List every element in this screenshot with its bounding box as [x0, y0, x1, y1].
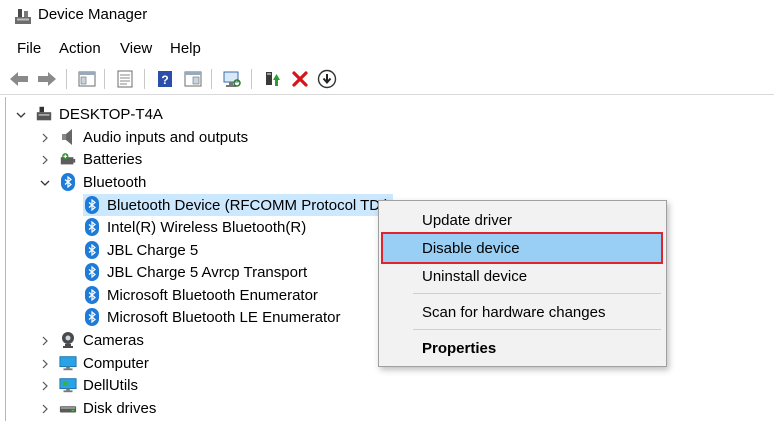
menu-item-update-driver[interactable]: Update driver: [383, 206, 661, 234]
menu-view[interactable]: View: [118, 40, 154, 57]
menu-item-properties[interactable]: Properties: [383, 334, 661, 362]
device-manager-icon: [15, 9, 31, 24]
battery-icon: [59, 150, 77, 168]
bluetooth-icon: [83, 286, 101, 304]
tree-item-label: JBL Charge 5 Avrcp Transport: [107, 263, 308, 281]
menu-item-label: Properties: [422, 339, 497, 357]
tree-root[interactable]: DESKTOP-T4A: [35, 103, 163, 125]
scan-icon[interactable]: [221, 68, 243, 90]
bluetooth-icon: [83, 263, 101, 281]
menu-item-uninstall-device[interactable]: Uninstall device: [383, 262, 661, 290]
toolbar-separator: [211, 69, 212, 89]
chevron-right-icon[interactable]: [39, 154, 51, 166]
menu-item-label: Disable device: [422, 239, 520, 257]
title-bar: Device Manager: [0, 0, 774, 34]
tree-item-batteries[interactable]: Batteries: [59, 148, 142, 170]
uninstall-icon[interactable]: [289, 68, 311, 90]
tree-item-label: Disk drives: [83, 399, 157, 417]
tree-item-bt-ms-enum[interactable]: Microsoft Bluetooth Enumerator: [83, 284, 318, 306]
help-icon[interactable]: ?: [154, 68, 176, 90]
tree-item-label: Bluetooth Device (RFCOMM Protocol TDI): [107, 196, 390, 214]
menu-separator: [413, 293, 661, 294]
speaker-icon: [59, 128, 77, 146]
tree-item-label: Microsoft Bluetooth Enumerator: [107, 286, 318, 304]
monitor-icon: [59, 354, 77, 372]
menu-item-label: Uninstall device: [422, 267, 528, 285]
tree-item-computer[interactable]: Computer: [59, 352, 149, 374]
toolbar-separator: [104, 69, 105, 89]
toolbar: ?: [0, 64, 774, 95]
chevron-right-icon[interactable]: [39, 403, 51, 415]
svg-text:?: ?: [161, 73, 168, 87]
menu-item-scan-hardware[interactable]: Scan for hardware changes: [383, 298, 661, 326]
chevron-right-icon[interactable]: [39, 380, 51, 392]
chevron-down-icon[interactable]: [39, 177, 51, 189]
monitor-icon: [59, 376, 77, 394]
properties-icon[interactable]: [114, 68, 136, 90]
toolbar-separator: [144, 69, 145, 89]
tree-item-bluetooth[interactable]: Bluetooth: [59, 171, 146, 193]
context-menu: Update driver Disable device Uninstall d…: [378, 200, 667, 367]
tree-item-bt-jbl[interactable]: JBL Charge 5: [83, 239, 198, 261]
tree-item-label: Cameras: [83, 331, 144, 349]
bluetooth-icon: [83, 218, 101, 236]
computer-icon: [35, 105, 53, 123]
tree-item-label: Intel(R) Wireless Bluetooth(R): [107, 218, 307, 236]
console-tree-icon[interactable]: [76, 68, 98, 90]
tree-item-disk-drives[interactable]: Disk drives: [59, 397, 156, 419]
menu-item-label: Update driver: [422, 211, 513, 229]
chevron-right-icon[interactable]: [39, 358, 51, 370]
webcam-icon: [59, 331, 77, 349]
menu-help[interactable]: Help: [168, 40, 203, 57]
tree-item-label: Microsoft Bluetooth LE Enumerator: [107, 308, 341, 326]
forward-icon[interactable]: [36, 68, 58, 90]
bluetooth-icon: [83, 308, 101, 326]
view-icon[interactable]: [182, 68, 204, 90]
bluetooth-icon: [83, 241, 101, 259]
toolbar-separator: [251, 69, 252, 89]
menu-separator: [413, 329, 661, 330]
bluetooth-icon: [59, 173, 77, 191]
tree-item-label: JBL Charge 5: [107, 241, 199, 259]
chevron-down-icon[interactable]: [15, 109, 27, 121]
update-driver-icon[interactable]: [261, 68, 283, 90]
tree-root-label: DESKTOP-T4A: [59, 105, 163, 123]
menu-bar: File Action View Help: [0, 38, 774, 62]
tree-item-bt-jbl-avrcp[interactable]: JBL Charge 5 Avrcp Transport: [83, 261, 307, 283]
back-icon[interactable]: [8, 68, 30, 90]
tree-item-label: Computer: [83, 354, 149, 372]
tree-item-label: Batteries: [83, 150, 143, 168]
tree-item-cameras[interactable]: Cameras: [59, 329, 144, 351]
menu-action[interactable]: Action: [57, 40, 103, 57]
tree-item-label: Audio inputs and outputs: [83, 128, 249, 146]
chevron-right-icon[interactable]: [39, 335, 51, 347]
tree-item-dellutils[interactable]: DellUtils: [59, 374, 138, 396]
window-title: Device Manager: [38, 6, 148, 23]
menu-item-label: Scan for hardware changes: [422, 303, 606, 321]
menu-item-disable-device[interactable]: Disable device: [381, 232, 663, 264]
disk-drive-icon: [59, 399, 77, 417]
download-icon[interactable]: [316, 68, 338, 90]
toolbar-separator: [66, 69, 67, 89]
tree-item-bt-ms-le-enum[interactable]: Microsoft Bluetooth LE Enumerator: [83, 306, 340, 328]
tree-item-label: DellUtils: [83, 376, 139, 394]
tree-item-bt-intel[interactable]: Intel(R) Wireless Bluetooth(R): [83, 216, 306, 238]
bluetooth-icon: [83, 196, 101, 214]
tree-item-label: Bluetooth: [83, 173, 147, 191]
tree-item-audio[interactable]: Audio inputs and outputs: [59, 126, 248, 148]
tree-item-bt-rfcomm[interactable]: Bluetooth Device (RFCOMM Protocol TDI): [83, 194, 394, 216]
chevron-right-icon[interactable]: [39, 132, 51, 144]
menu-file[interactable]: File: [15, 40, 43, 57]
